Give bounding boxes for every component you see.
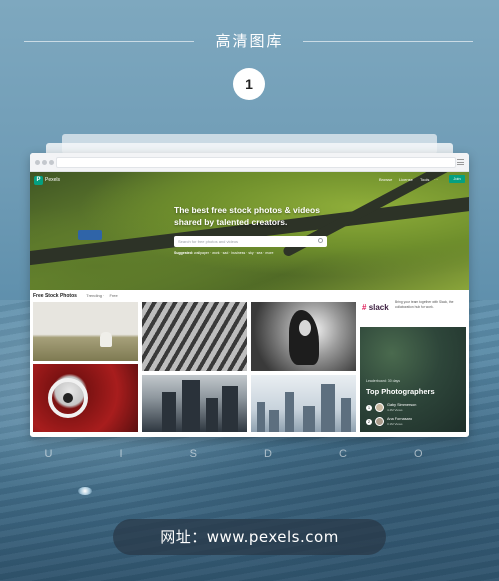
sort-label: Trending: [86, 293, 102, 298]
rank-badge: 1: [366, 405, 372, 411]
pexels-logo-icon[interactable]: P: [34, 176, 43, 185]
section-title-text: Free Stock Photos: [33, 293, 77, 299]
building-shape: [285, 392, 294, 432]
sort-option: Free: [109, 293, 118, 298]
photo-tile[interactable]: [142, 375, 247, 432]
address-bar[interactable]: [56, 157, 456, 168]
slack-logo-icon: # slack: [362, 303, 389, 312]
slack-ad[interactable]: # slack Bring your team together with Sl…: [360, 297, 466, 323]
step-number-badge: 1: [233, 68, 265, 100]
ad-text: Bring your team together with Slack, the…: [395, 300, 454, 309]
photographer-row[interactable]: 2 Ana Fornasaro 3.1M Views: [366, 416, 461, 428]
building-shape: [222, 386, 238, 432]
photographer-name: Gaby Simmerson: [387, 403, 417, 407]
building-shape: [321, 384, 335, 432]
suggested-terms[interactable]: wallpaper · work · sad · business · sky …: [194, 251, 273, 255]
ad-brand: slack: [368, 303, 389, 312]
suggested-label: Suggested:: [174, 251, 194, 255]
section-title: Free Stock Photos Trending · Free: [33, 293, 118, 299]
site-name[interactable]: Pexels: [45, 177, 60, 183]
nav-item-browse[interactable]: Browse: [379, 177, 392, 182]
search-input[interactable]: Search for free photos and videos: [174, 236, 327, 247]
search-icon[interactable]: [318, 238, 323, 243]
sort-dropdown[interactable]: Trending · Free: [82, 293, 117, 298]
watermark-text: U I S D C O: [44, 448, 455, 460]
building-shape: [303, 406, 315, 432]
window-dot: [35, 160, 40, 165]
portrait-hair: [289, 310, 319, 365]
leaderboard-label: Leaderboard: 30 days: [366, 379, 401, 383]
building-shape: [269, 410, 279, 432]
building-shape: [341, 398, 351, 432]
photo-tile[interactable]: [33, 364, 138, 432]
hero-banner: P Pexels Browse License Tools ··· Join T…: [30, 172, 469, 290]
water-droplet: [78, 487, 92, 495]
nav-item-license[interactable]: License: [399, 177, 413, 182]
photographer-stats: 3.1M Views: [387, 422, 403, 426]
hero-headline: The best free stock photos & videos shar…: [174, 205, 320, 227]
photo-tile[interactable]: [33, 302, 138, 361]
nav-item-tools[interactable]: Tools: [420, 177, 429, 182]
title-wrap: 高清图库: [0, 30, 499, 51]
avatar: [375, 417, 384, 426]
photo-tile[interactable]: [142, 302, 247, 371]
browser-window: P Pexels Browse License Tools ··· Join T…: [30, 153, 469, 437]
search-placeholder: Search for free photos and videos: [178, 239, 239, 244]
hero-van: [78, 230, 102, 240]
photo-tile[interactable]: [251, 302, 356, 371]
photo-tile[interactable]: [251, 375, 356, 432]
page-title: 高清图库: [215, 32, 284, 50]
building-shape: [162, 392, 176, 432]
building-shape: [206, 398, 218, 432]
suggested-searches: Suggested: wallpaper · work · sad · busi…: [174, 251, 273, 255]
website-url-label: 网址：www.pexels.com: [113, 519, 386, 555]
avatar: [375, 403, 384, 412]
window-dot: [42, 160, 47, 165]
building-shape: [257, 402, 265, 432]
window-dot: [49, 160, 54, 165]
photo-grid-section: Free Stock Photos Trending · Free # slac…: [30, 290, 469, 436]
photographer-name: Ana Fornasaro: [387, 417, 413, 421]
top-photographers-title: Top Photographers: [366, 387, 435, 396]
photographer-row[interactable]: 1 Gaby Simmerson 4.4M Views: [366, 402, 461, 414]
steering-hub-shape: [63, 393, 73, 403]
top-photographers-card[interactable]: Leaderboard: 30 days Top Photographers 1…: [360, 327, 466, 432]
photographer-stats: 4.4M Views: [387, 408, 403, 412]
rank-badge: 2: [366, 419, 372, 425]
portrait-face: [299, 320, 311, 336]
nav-item-more[interactable]: ···: [434, 177, 438, 182]
menu-icon[interactable]: [457, 159, 464, 165]
photo-subject: [100, 332, 112, 347]
building-shape: [182, 380, 200, 432]
browser-chrome: [30, 153, 469, 172]
join-button[interactable]: Join: [449, 175, 465, 183]
